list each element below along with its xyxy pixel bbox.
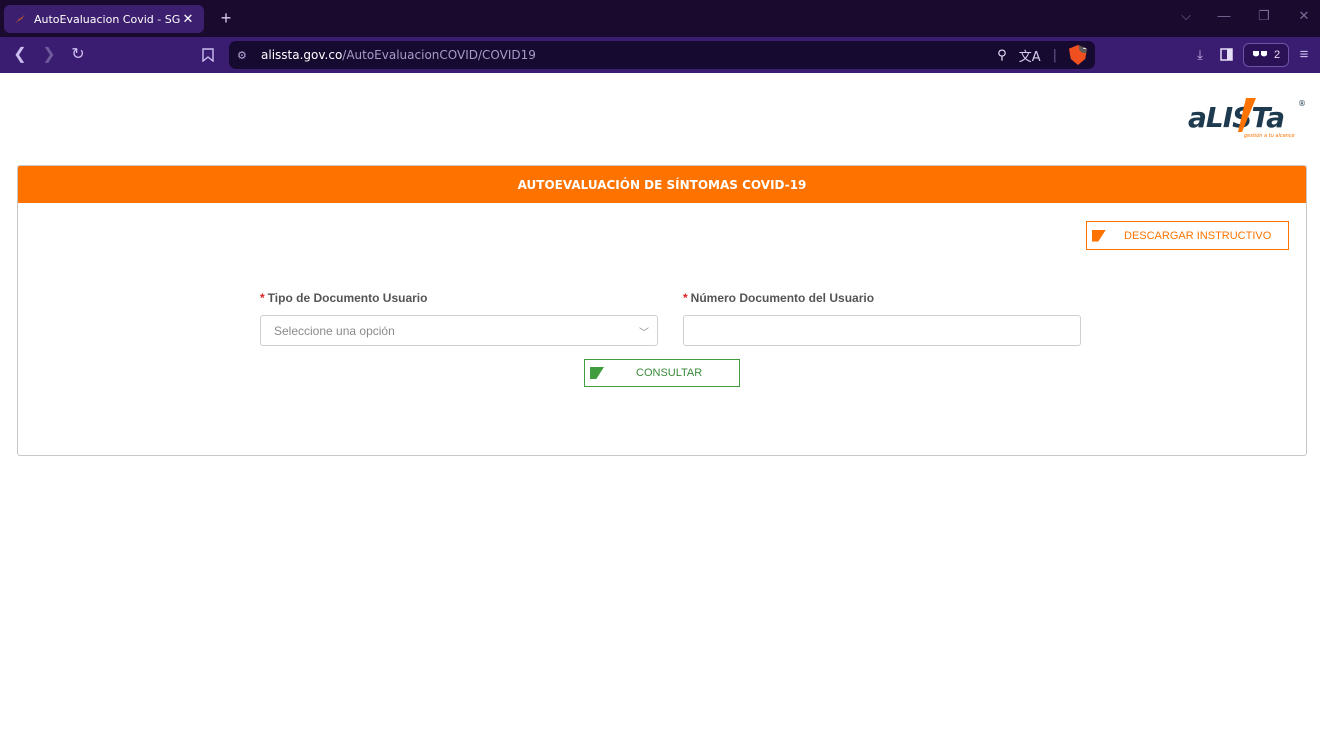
reload-icon[interactable]: ↻ <box>66 43 90 67</box>
browser-toolbar: ❮ ❯ ↻ ⚙ alissta.gov.co/AutoEvaluacionCOV… <box>0 37 1320 73</box>
consult-label: CONSULTAR <box>636 367 703 379</box>
forward-icon[interactable]: ❯ <box>37 43 61 67</box>
logo-registered: ® <box>1298 99 1306 108</box>
doc-type-selected: Seleccione una opción <box>274 323 395 338</box>
logo-text: aLISTa <box>1188 101 1284 134</box>
sidebar-toggle-icon[interactable] <box>1216 43 1236 67</box>
doc-number-label-text: Número Documento del Usuario <box>690 291 875 305</box>
site-favicon-icon <box>12 11 28 27</box>
download-label: DESCARGAR INSTRUCTIVO <box>1124 229 1272 242</box>
address-bar[interactable]: ⚙ alissta.gov.co/AutoEvaluacionCOVID/COV… <box>229 41 1095 69</box>
download-flag-icon <box>1092 229 1106 242</box>
restore-icon[interactable]: ❐ <box>1250 4 1278 28</box>
bookmark-icon[interactable] <box>196 43 220 67</box>
required-mark: * <box>260 291 265 305</box>
alissta-logo: aLISTa gestión a tu alcance ® <box>1186 94 1308 142</box>
translate-icon[interactable]: 文A <box>1019 46 1041 65</box>
divider: | <box>1052 47 1057 63</box>
url-host: alissta.gov.co <box>261 48 343 62</box>
site-settings-icon[interactable]: ⚙ <box>237 49 253 62</box>
location-blocked-icon[interactable]: ⚲ <box>997 48 1007 63</box>
logo-tagline: gestión a tu alcance <box>1244 132 1295 139</box>
window-close-icon[interactable]: ✕ <box>1290 4 1318 28</box>
private-profile-button[interactable]: 2 <box>1243 43 1289 67</box>
chevron-down-icon: ﹀ <box>639 328 649 339</box>
panel-title: AUTOEVALUACIÓN DE SÍNTOMAS COVID-19 <box>517 177 807 192</box>
shields-count-badge: 1 <box>1079 45 1087 53</box>
consult-flag-icon <box>590 367 604 379</box>
new-tab-button[interactable]: + <box>214 6 238 30</box>
back-icon[interactable]: ❮ <box>8 43 32 67</box>
tab-title: AutoEvaluacion Covid - SGSST <box>34 12 180 26</box>
tab-close-icon[interactable]: ✕ <box>180 11 196 27</box>
covid-selfassessment-panel: AUTOEVALUACIÓN DE SÍNTOMAS COVID-19 DESC… <box>17 165 1307 456</box>
browser-tab[interactable]: AutoEvaluacion Covid - SGSST ✕ <box>4 5 204 33</box>
browser-titlebar: AutoEvaluacion Covid - SGSST ✕ + ⌵ — ❐ ✕ <box>0 0 1320 37</box>
download-instructions-button[interactable]: DESCARGAR INSTRUCTIVO <box>1086 221 1289 250</box>
doc-number-label: * Número Documento del Usuario <box>683 291 874 305</box>
minimize-icon[interactable]: — <box>1210 4 1238 28</box>
profile-count: 2 <box>1273 49 1281 61</box>
tab-search-icon[interactable]: ⌵ <box>1172 4 1200 28</box>
brave-shields-icon[interactable]: 1 <box>1069 45 1087 65</box>
doc-type-label: * Tipo de Documento Usuario <box>260 291 427 305</box>
doc-type-label-text: Tipo de Documento Usuario <box>267 291 428 305</box>
doc-number-input[interactable] <box>683 315 1081 346</box>
panel-header: AUTOEVALUACIÓN DE SÍNTOMAS COVID-19 <box>18 166 1306 203</box>
doc-type-select[interactable]: Seleccione una opción ﹀ <box>260 315 658 346</box>
consult-button[interactable]: CONSULTAR <box>584 359 740 387</box>
menu-icon[interactable]: ≡ <box>1294 43 1314 67</box>
downloads-icon[interactable]: ⤓ <box>1190 43 1210 67</box>
required-mark: * <box>683 291 688 305</box>
url-path: /AutoEvaluacionCOVID/COVID19 <box>342 48 536 62</box>
glasses-icon <box>1252 49 1268 61</box>
